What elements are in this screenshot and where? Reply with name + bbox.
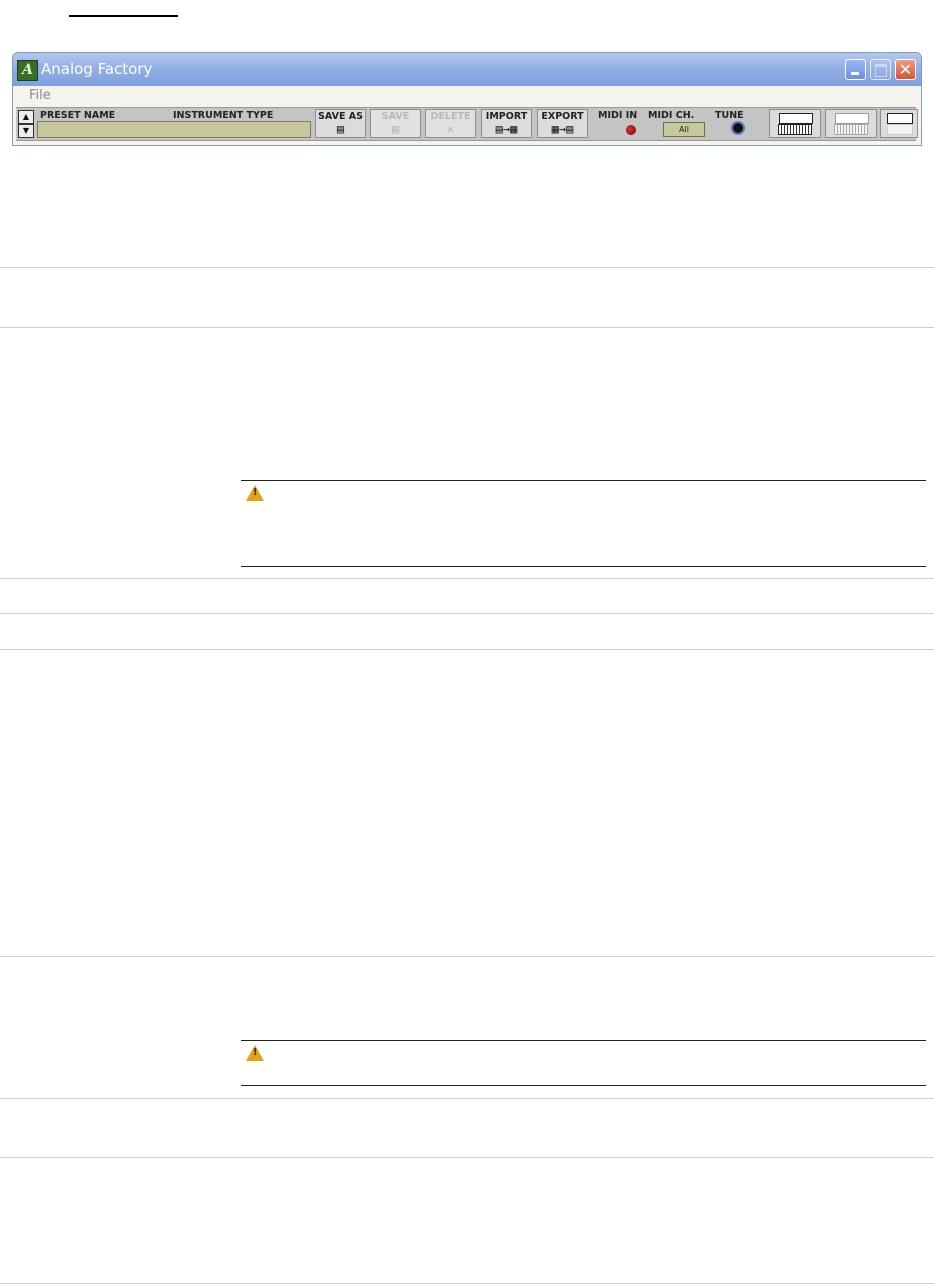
save-as-label: SAVE AS xyxy=(318,111,363,122)
preset-down-button[interactable]: ▼ xyxy=(18,124,34,138)
midi-in-label: MIDI IN xyxy=(598,110,638,121)
warning-note xyxy=(241,1040,926,1086)
menu-file[interactable]: File xyxy=(29,88,51,104)
table-row-divider xyxy=(0,1283,934,1284)
table-row-divider xyxy=(0,1098,934,1099)
table-row-divider xyxy=(0,613,934,614)
warning-icon xyxy=(246,485,264,501)
toolbar: ▲ ▼ PRESET NAME INSTRUMENT TYPE SAVE AS … xyxy=(16,107,918,141)
screen-icon xyxy=(887,113,913,124)
keyboard-view-button-3[interactable] xyxy=(880,109,918,138)
analog-factory-window: A Analog Factory ✕ File ▲ ▼ PRESET NAME … xyxy=(12,52,922,146)
midi-channel-select[interactable]: All xyxy=(663,122,705,137)
disk-icon: ▤ xyxy=(391,122,400,136)
close-button[interactable]: ✕ xyxy=(895,59,916,80)
keyboard-icon xyxy=(834,124,868,135)
keyboard-icon xyxy=(778,124,812,135)
maximize-button[interactable] xyxy=(870,59,891,80)
warning-note xyxy=(241,480,926,567)
window-title: Analog Factory xyxy=(41,60,153,78)
delete-button[interactable]: DELETE ✕ xyxy=(425,109,476,138)
title-bar[interactable]: A Analog Factory ✕ xyxy=(13,53,921,86)
save-button[interactable]: SAVE ▤ xyxy=(370,109,421,138)
menu-bar: File xyxy=(13,86,921,106)
x-icon: ✕ xyxy=(446,122,455,136)
analog-factory-logo-icon: A xyxy=(17,60,38,81)
minimize-button[interactable] xyxy=(845,59,866,80)
midi-in-led-icon xyxy=(626,125,636,135)
page-top-rule xyxy=(69,15,178,17)
save-label: SAVE xyxy=(381,111,410,122)
keyboard-view-button-2[interactable] xyxy=(825,109,877,138)
table-row-divider xyxy=(0,267,934,268)
import-arrow-icon: ▤→▦ xyxy=(495,122,518,136)
table-row-divider xyxy=(0,578,934,579)
warning-icon xyxy=(246,1045,264,1061)
export-button[interactable]: EXPORT ▦→▤ xyxy=(537,109,588,138)
screen-icon xyxy=(835,113,869,124)
export-arrow-icon: ▦→▤ xyxy=(551,122,574,136)
instrument-type-label: INSTRUMENT TYPE xyxy=(173,110,274,121)
table-row-divider xyxy=(0,649,934,650)
table-row-divider xyxy=(0,956,934,957)
midi-ch-label: MIDI CH. xyxy=(648,110,695,121)
save-as-button[interactable]: SAVE AS ▤ xyxy=(315,109,366,138)
export-label: EXPORT xyxy=(541,111,584,122)
preset-name-label: PRESET NAME xyxy=(40,110,116,121)
keyboard-icon xyxy=(887,124,913,135)
tune-knob[interactable] xyxy=(731,121,745,135)
tune-label: TUNE xyxy=(715,110,744,121)
preset-name-field[interactable] xyxy=(37,121,311,138)
disk-icon: ▤ xyxy=(336,122,345,136)
table-row-divider xyxy=(0,1157,934,1158)
preset-up-button[interactable]: ▲ xyxy=(18,110,34,124)
import-button[interactable]: IMPORT ▤→▦ xyxy=(481,109,532,138)
screen-icon xyxy=(779,113,813,124)
keyboard-view-button-1[interactable] xyxy=(769,109,821,138)
table-row-divider xyxy=(0,327,934,328)
import-label: IMPORT xyxy=(485,111,528,122)
delete-label: DELETE xyxy=(430,111,471,122)
